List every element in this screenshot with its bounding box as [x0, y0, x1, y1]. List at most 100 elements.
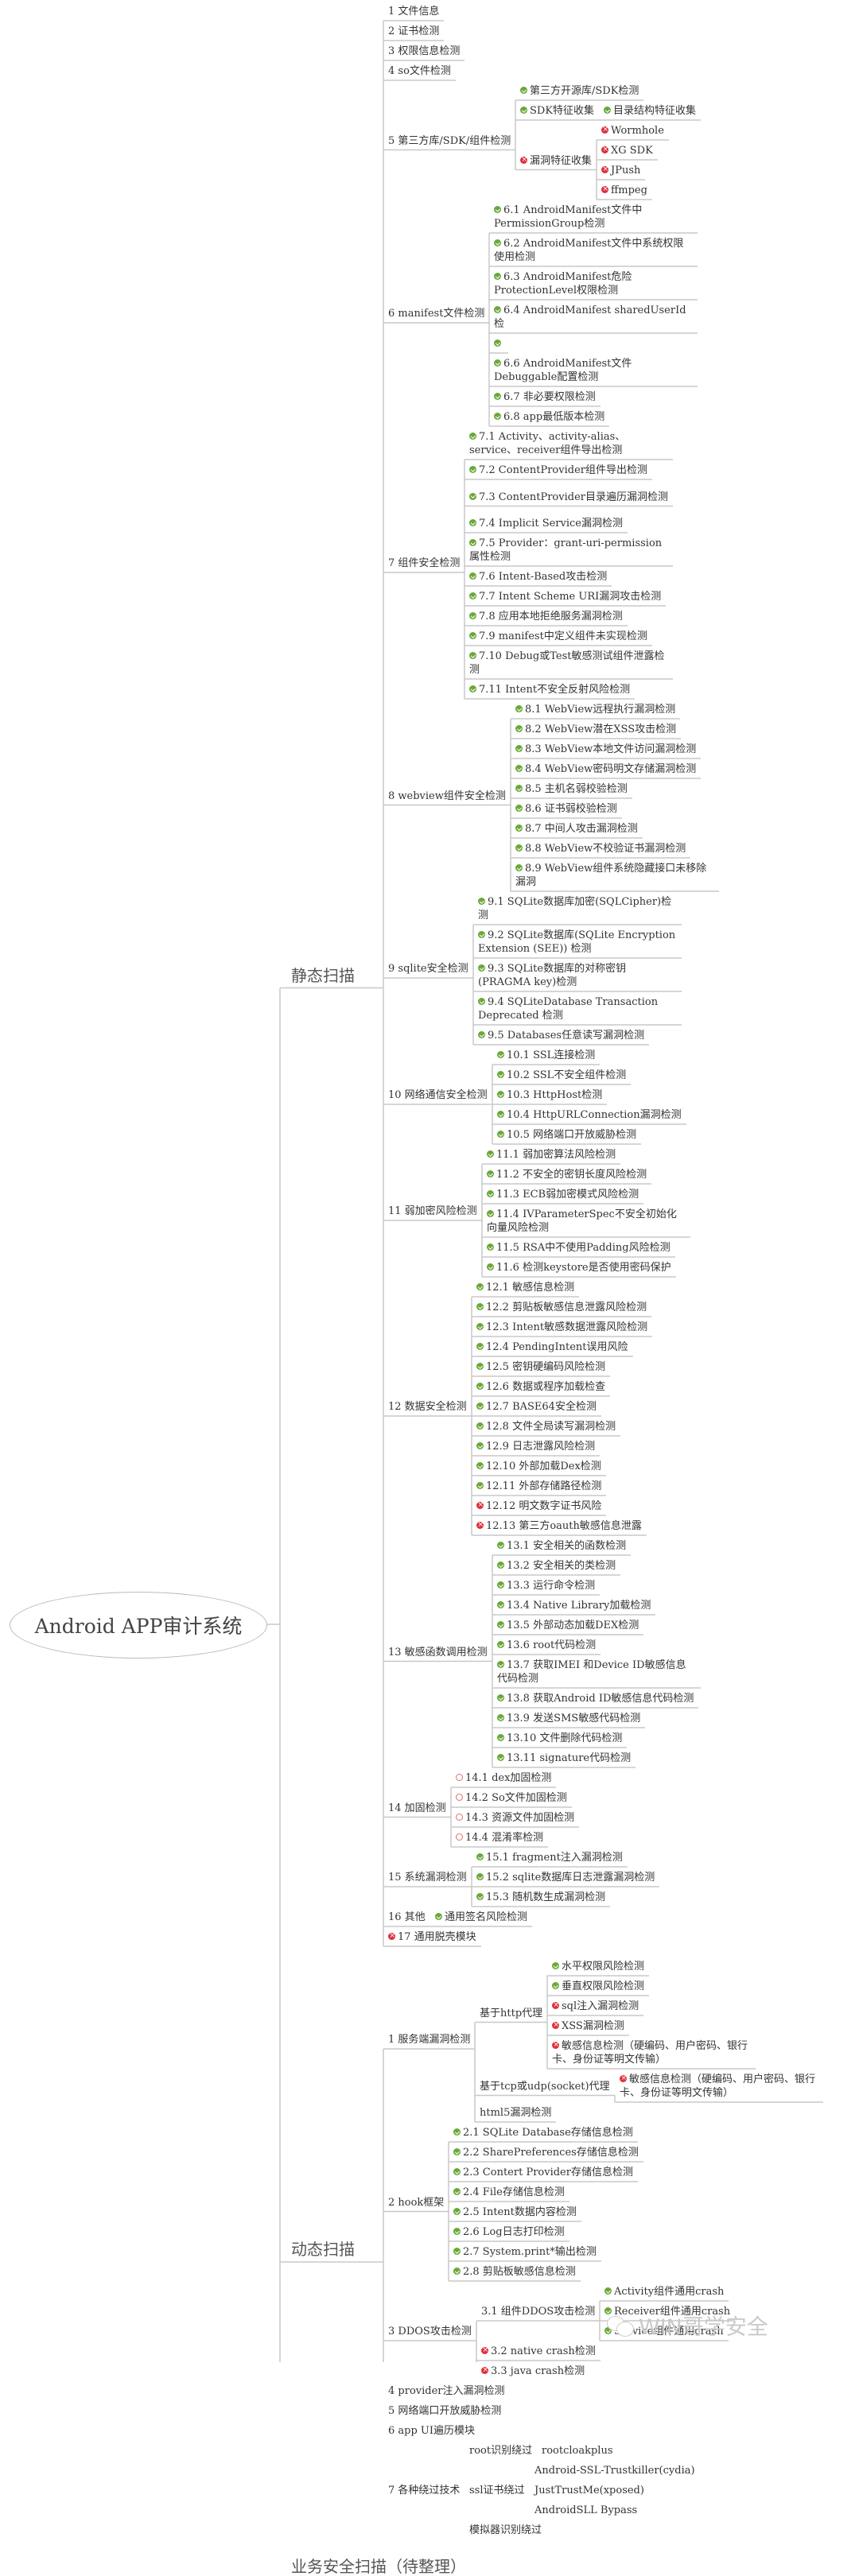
node-5-第三方库-sdk-组件检测[interactable]: 5 第三方库/SDK/组件检测 [388, 134, 511, 148]
node-6-4-androidmanifest-shareduserid-检[interactable]: 6.4 AndroidManifest sharedUserId 检 [494, 304, 693, 331]
node-6-7-非必要权限检测[interactable]: 6.7 非必要权限检测 [494, 390, 596, 404]
node-ssl证书绕过[interactable]: ssl证书绕过 [469, 2484, 525, 2497]
node-6-8-app最低版本检测[interactable]: 6.8 app最低版本检测 [494, 410, 604, 424]
node-10-5-网络端口开放威胁检测[interactable]: 10.5 网络端口开放威胁检测 [497, 1128, 636, 1142]
node-第三方开源库-sdk检测[interactable]: 第三方开源库/SDK检测 [520, 84, 639, 98]
node-9-2-sqlite数据库-sqlite-encryption-extension-see-检测[interactable]: 9.2 SQLite数据库(SQLite Encryption Extensio… [478, 929, 677, 956]
node-justtrustme-xposed[interactable]: JustTrustMe(xposed) [534, 2484, 644, 2497]
node-8-webview组件安全检测[interactable]: 8 webview组件安全检测 [388, 789, 506, 803]
node-xss漏洞检测[interactable]: XSS漏洞检测 [552, 2019, 624, 2033]
node-13-11-signature代码检测[interactable]: 13.11 signature代码检测 [497, 1752, 631, 1765]
branch-业务安全扫描-待整理[interactable]: 业务安全扫描（待整理） [291, 2557, 466, 2576]
node-8-1-webview远程执行漏洞检测[interactable]: 8.1 WebView远程执行漏洞检测 [515, 703, 675, 716]
node-13-2-安全相关的类检测[interactable]: 13.2 安全相关的类检测 [497, 1559, 616, 1573]
node-9-sqlite安全检测[interactable]: 9 sqlite安全检测 [388, 962, 468, 976]
node-7-8-应用本地拒绝服务漏洞检测[interactable]: 7.8 应用本地拒绝服务漏洞检测 [469, 610, 623, 623]
node-13-10-文件删除代码检测[interactable]: 13.10 文件删除代码检测 [497, 1732, 622, 1745]
node-9-5-databases任意读写漏洞检测[interactable]: 9.5 Databases任意读写漏洞检测 [478, 1029, 644, 1042]
node-12-3-intent敏感数据泄露风险检测[interactable]: 12.3 Intent敏感数据泄露风险检测 [476, 1321, 647, 1334]
node-6-manifest文件检测[interactable]: 6 manifest文件检测 [388, 307, 484, 320]
node-7-2-contentprovider组件导出检测[interactable]: 7.2 ContentProvider组件导出检测 [469, 464, 647, 477]
node-7-10-debug或test敏感测试组件泄露检测[interactable]: 7.10 Debug或Test敏感测试组件泄露检测 [469, 650, 668, 677]
node-ffmpeg[interactable]: ffmpeg [601, 183, 647, 197]
node-15-2-sqlite数据库日志泄露漏洞检测[interactable]: 15.2 sqlite数据库日志泄露漏洞检测 [476, 1871, 655, 1884]
node-8-9-webview组件系统隐藏接口未移除漏洞[interactable]: 8.9 WebView组件系统隐藏接口未移除漏洞 [515, 862, 714, 889]
node-13-4-native-library加载检测[interactable]: 13.4 Native Library加载检测 [497, 1599, 651, 1612]
node-敏感信息检测-硬编码-用户密码-银行卡-身份证等明文传输[interactable]: 敏感信息检测（硬编码、用户密码、银行卡、身份证等明文传输） [620, 2072, 818, 2100]
node-14-加固检测[interactable]: 14 加固检测 [388, 1802, 446, 1815]
node-12-11-外部存储路径检测[interactable]: 12.11 外部存储路径检测 [476, 1480, 601, 1493]
node-10-网络通信安全检测[interactable]: 10 网络通信安全检测 [388, 1088, 488, 1102]
node-7-各种绕过技术[interactable]: 7 各种绕过技术 [388, 2484, 460, 2497]
node-12-6-数据或程序加载检查[interactable]: 12.6 数据或程序加载检查 [476, 1380, 605, 1394]
node-11-4-ivparameterspec不安全初始化向量风险检测[interactable]: 11.4 IVParameterSpec不安全初始化向量风险检测 [487, 1208, 686, 1235]
node-10-4-httpurlconnection漏洞检测[interactable]: 10.4 HttpURLConnection漏洞检测 [497, 1108, 682, 1122]
node-13-3-运行命令检测[interactable]: 13.3 运行命令检测 [497, 1579, 595, 1593]
node-4-so文件检测[interactable]: 4 so文件检测 [388, 64, 451, 78]
node-14-3-资源文件加固检测[interactable]: 14.3 资源文件加固检测 [456, 1811, 574, 1825]
node-html5漏洞检测[interactable]: html5漏洞检测 [480, 2106, 551, 2120]
node-node[interactable] [494, 337, 503, 351]
node-12-5-密钥硬编码风险检测[interactable]: 12.5 密钥硬编码风险检测 [476, 1360, 605, 1374]
node-11-5-rsa中不使用padding风险检测[interactable]: 11.5 RSA中不使用Padding风险检测 [487, 1241, 670, 1255]
node-root识别绕过[interactable]: root识别绕过 [469, 2444, 532, 2458]
node-11-3-ecb弱加密模式风险检测[interactable]: 11.3 ECB弱加密模式风险检测 [487, 1188, 639, 1201]
node-10-2-ssl不安全组件检测[interactable]: 10.2 SSL不安全组件检测 [497, 1069, 626, 1082]
node-9-3-sqlite数据库的对称密钥-pragma-key-检测[interactable]: 9.3 SQLite数据库的对称密钥(PRAGMA key)检测 [478, 962, 677, 989]
node-12-7-base64安全检测[interactable]: 12.7 BASE64安全检测 [476, 1400, 597, 1414]
node-3-2-native-crash检测[interactable]: 3.2 native crash检测 [481, 2344, 596, 2358]
node-7-7-intent-scheme-uri漏洞攻击检测[interactable]: 7.7 Intent Scheme URI漏洞攻击检测 [469, 590, 661, 603]
root-node[interactable]: Android APP审计系统 [10, 1592, 267, 1658]
node-11-6-检测keystore是否使用密码保护[interactable]: 11.6 检测keystore是否使用密码保护 [487, 1261, 671, 1274]
node-13-1-安全相关的函数检测[interactable]: 13.1 安全相关的函数检测 [497, 1539, 626, 1553]
node-2-7-system-print-输出检测[interactable]: 2.7 System.print*输出检测 [453, 2245, 597, 2259]
node-1-服务端漏洞检测[interactable]: 1 服务端漏洞检测 [388, 2033, 470, 2046]
node-13-9-发送sms敏感代码检测[interactable]: 13.9 发送SMS敏感代码检测 [497, 1712, 640, 1725]
node-通用签名风险检测[interactable]: 通用签名风险检测 [435, 1911, 527, 1924]
node-11-弱加密风险检测[interactable]: 11 弱加密风险检测 [388, 1205, 477, 1218]
node-12-13-第三方oauth敏感信息泄露[interactable]: 12.13 第三方oauth敏感信息泄露 [476, 1519, 642, 1533]
node-12-12-明文数字证书风险[interactable]: 12.12 明文数字证书风险 [476, 1499, 601, 1513]
node-17-通用脱壳模块[interactable]: 17 通用脱壳模块 [388, 1930, 476, 1944]
node-6-3-androidmanifest危险protectionlevel权限检测[interactable]: 6.3 AndroidManifest危险ProtectionLevel权限检测 [494, 270, 693, 297]
node-10-3-httphost检测[interactable]: 10.3 HttpHost检测 [497, 1088, 602, 1102]
node-3-1-组件ddos攻击检测[interactable]: 3.1 组件DDOS攻击检测 [481, 2305, 595, 2318]
node-wormhole[interactable]: Wormhole [601, 123, 664, 138]
node-14-1-dex加固检测[interactable]: 14.1 dex加固检测 [456, 1771, 551, 1785]
node-14-2-so文件加固检测[interactable]: 14.2 So文件加固检测 [456, 1791, 567, 1805]
node-11-1-弱加密算法风险检测[interactable]: 11.1 弱加密算法风险检测 [487, 1148, 616, 1162]
node-7-1-activity-activity-alias-service-receiver组件导出检测[interactable]: 7.1 Activity、activity-alias、service、rece… [469, 430, 668, 457]
node-基于tcp或udp-socket-代理[interactable]: 基于tcp或udp(socket)代理 [480, 2080, 610, 2093]
node-2-4-file存储信息检测[interactable]: 2.4 File存储信息检测 [453, 2186, 565, 2199]
node-xg-sdk[interactable]: XG SDK [601, 143, 653, 157]
node-7-6-intent-based攻击检测[interactable]: 7.6 Intent-Based攻击检测 [469, 570, 607, 584]
node-13-敏感函数调用检测[interactable]: 13 敏感函数调用检测 [388, 1646, 488, 1659]
node-8-7-中间人攻击漏洞检测[interactable]: 8.7 中间人攻击漏洞检测 [515, 822, 638, 836]
node-2-3-contert-provider存储信息检测[interactable]: 2.3 Contert Provider存储信息检测 [453, 2166, 633, 2179]
node-14-4-混淆率检测[interactable]: 14.4 混淆率检测 [456, 1831, 543, 1845]
node-10-1-ssl连接检测[interactable]: 10.1 SSL连接检测 [497, 1049, 595, 1062]
node-9-4-sqlitedatabase-transaction-deprecated-检测[interactable]: 9.4 SQLiteDatabase Transaction Deprecate… [478, 995, 677, 1022]
node-7-9-manifest中定义组件未实现检测[interactable]: 7.9 manifest中定义组件未实现检测 [469, 630, 647, 643]
node-6-2-androidmanifest文件中系统权限使用检测[interactable]: 6.2 AndroidManifest文件中系统权限使用检测 [494, 237, 693, 264]
node-9-1-sqlite数据库加密-sqlcipher-检测[interactable]: 9.1 SQLite数据库加密(SQLCipher)检测 [478, 895, 677, 922]
node-13-8-获取android-id敏感信息代码检测[interactable]: 13.8 获取Android ID敏感信息代码检测 [497, 1692, 694, 1705]
node-敏感信息检测-硬编码-用户密码-银行卡-身份证等明文传输[interactable]: 敏感信息检测（硬编码、用户密码、银行卡、身份证等明文传输） [552, 2039, 751, 2066]
node-15-1-fragment注入漏洞检测[interactable]: 15.1 fragment注入漏洞检测 [476, 1851, 623, 1864]
node-5-网络端口开放威胁检测[interactable]: 5 网络端口开放威胁检测 [388, 2404, 501, 2418]
node-activity组件通用crash[interactable]: Activity组件通用crash [604, 2285, 724, 2299]
node-13-6-root代码检测[interactable]: 13.6 root代码检测 [497, 1639, 596, 1652]
node-7-3-contentprovider目录遍历漏洞检测[interactable]: 7.3 ContentProvider目录遍历漏洞检测 [469, 491, 668, 504]
node-4-provider注入漏洞检测[interactable]: 4 provider注入漏洞检测 [388, 2384, 505, 2398]
node-8-3-webview本地文件访问漏洞检测[interactable]: 8.3 WebView本地文件访问漏洞检测 [515, 743, 696, 756]
node-垂直权限风险检测[interactable]: 垂直权限风险检测 [552, 1980, 644, 1993]
node-15-系统漏洞检测[interactable]: 15 系统漏洞检测 [388, 1871, 467, 1884]
node-1-文件信息[interactable]: 1 文件信息 [388, 5, 439, 18]
node-2-证书检测[interactable]: 2 证书检测 [388, 25, 439, 38]
node-13-7-获取imei-和device-id敏感信息代码检测[interactable]: 13.7 获取IMEI 和Device ID敏感信息代码检测 [497, 1658, 696, 1686]
node-sql注入漏洞检测[interactable]: sql注入漏洞检测 [552, 1999, 639, 2013]
node-模拟器识别绕过[interactable]: 模拟器识别绕过 [469, 2524, 542, 2537]
node-基于http代理[interactable]: 基于http代理 [480, 2007, 542, 2020]
node-8-2-webview潜在xss攻击检测[interactable]: 8.2 WebView潜在XSS攻击检测 [515, 723, 676, 736]
node-android-ssl-trustkiller-cydia[interactable]: Android-SSL-Trustkiller(cydia) [534, 2464, 695, 2477]
